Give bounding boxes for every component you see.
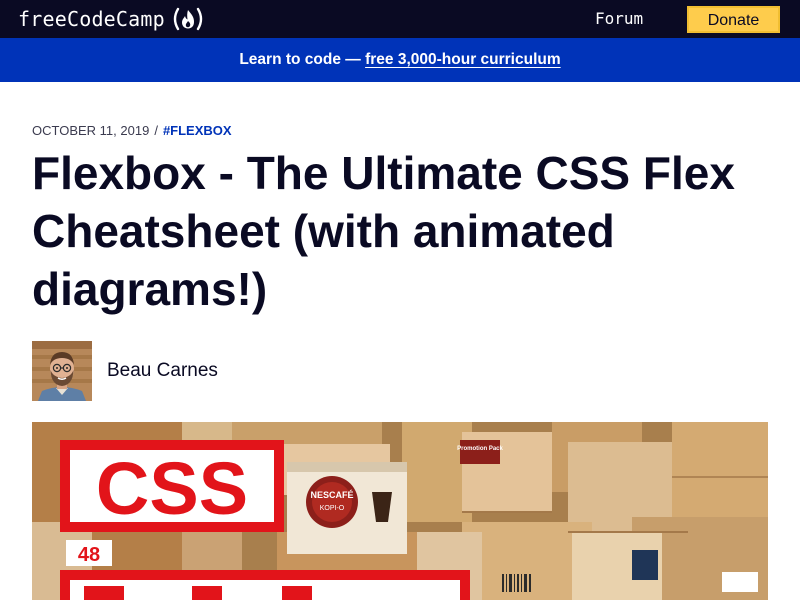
cup-brand-text: NESCAFÉ [310, 490, 353, 500]
post-meta: OCTOBER 11, 2019 / #FLEXBOX [32, 123, 232, 139]
box-number-text: 48 [78, 544, 100, 566]
cup-label-text: KOPI-O [320, 505, 345, 512]
flame-icon [171, 6, 205, 32]
promo-box-text: Promotion Pack [457, 446, 503, 452]
learn-banner: Learn to code — free 3,000-hour curricul… [0, 38, 800, 82]
forum-link[interactable]: Forum [595, 9, 643, 29]
author-name-link[interactable]: Beau Carnes [107, 360, 218, 382]
author-avatar[interactable] [32, 341, 92, 401]
post-date: OCTOBER 11, 2019 [32, 123, 150, 138]
article-title: Flexbox - The Ultimate CSS Flex Cheatshe… [32, 147, 735, 315]
donate-button[interactable]: Donate [687, 6, 780, 33]
freecodecamp-logo[interactable]: freeCodeCamp [18, 6, 205, 32]
meta-separator: / [154, 123, 158, 138]
tag-link-flexbox[interactable]: #FLEXBOX [163, 123, 232, 138]
top-navigation: freeCodeCamp Forum Donate [0, 0, 800, 38]
logo-text: freeCodeCamp [18, 7, 165, 31]
feature-image: NESCAFÉ KOPI-O Promotion Pack 48 CSS [32, 422, 768, 600]
curriculum-link[interactable]: free 3,000-hour curriculum [365, 51, 561, 68]
banner-text: Learn to code — [239, 51, 366, 68]
css-label-text: CSS [96, 447, 248, 530]
